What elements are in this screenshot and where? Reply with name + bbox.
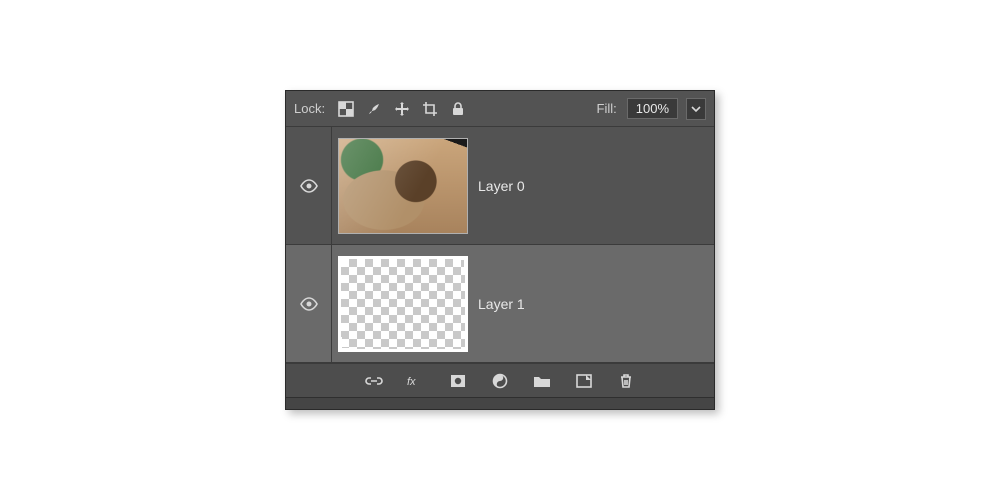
lock-all-button[interactable] — [447, 98, 469, 120]
eye-icon — [299, 179, 319, 193]
brush-icon — [366, 101, 382, 117]
folder-icon — [533, 374, 551, 388]
layer-name-label[interactable]: Layer 1 — [478, 296, 525, 312]
crop-icon — [422, 101, 438, 117]
layers-bottombar: fx — [286, 363, 714, 397]
link-layers-button[interactable] — [363, 370, 385, 392]
canvas-bounds-indicator — [453, 257, 467, 271]
new-layer-icon — [576, 374, 592, 388]
trash-icon — [619, 373, 633, 389]
layer-row[interactable]: Layer 0 — [286, 127, 714, 245]
yin-yang-icon — [492, 373, 508, 389]
mask-icon — [450, 374, 466, 388]
lock-label: Lock: — [294, 101, 325, 116]
adjustment-layer-button[interactable] — [489, 370, 511, 392]
fill-dropdown-button[interactable] — [686, 98, 706, 120]
layer-name-label[interactable]: Layer 0 — [478, 178, 525, 194]
lock-icon — [450, 101, 466, 117]
lock-transparent-pixels-button[interactable] — [335, 98, 357, 120]
layer-thumbnail[interactable] — [338, 256, 468, 352]
visibility-toggle[interactable] — [286, 127, 332, 244]
delete-layer-button[interactable] — [615, 370, 637, 392]
lock-artboard-button[interactable] — [419, 98, 441, 120]
fill-label: Fill: — [597, 101, 617, 116]
layers-topbar: Lock: — [286, 91, 714, 127]
fill-input[interactable]: 100% — [627, 98, 678, 119]
svg-text:fx: fx — [407, 376, 416, 388]
layer-row[interactable]: Layer 1 — [286, 245, 714, 363]
canvas-bounds-indicator — [339, 337, 353, 351]
lock-position-button[interactable] — [391, 98, 413, 120]
visibility-toggle[interactable] — [286, 245, 332, 362]
link-icon — [365, 374, 383, 388]
layers-panel: Lock: — [285, 90, 715, 410]
move-icon — [394, 101, 410, 117]
checker-icon — [338, 101, 354, 117]
panel-resize-grip[interactable] — [286, 397, 714, 409]
lock-image-pixels-button[interactable] — [363, 98, 385, 120]
create-group-button[interactable] — [531, 370, 553, 392]
fx-icon: fx — [407, 374, 425, 388]
add-layer-mask-button[interactable] — [447, 370, 469, 392]
new-layer-button[interactable] — [573, 370, 595, 392]
chevron-down-icon — [691, 104, 701, 114]
layer-effects-button[interactable]: fx — [405, 370, 427, 392]
eye-icon — [299, 297, 319, 311]
layer-list: Layer 0 Layer 1 — [286, 127, 714, 363]
layer-thumbnail[interactable] — [338, 138, 468, 234]
